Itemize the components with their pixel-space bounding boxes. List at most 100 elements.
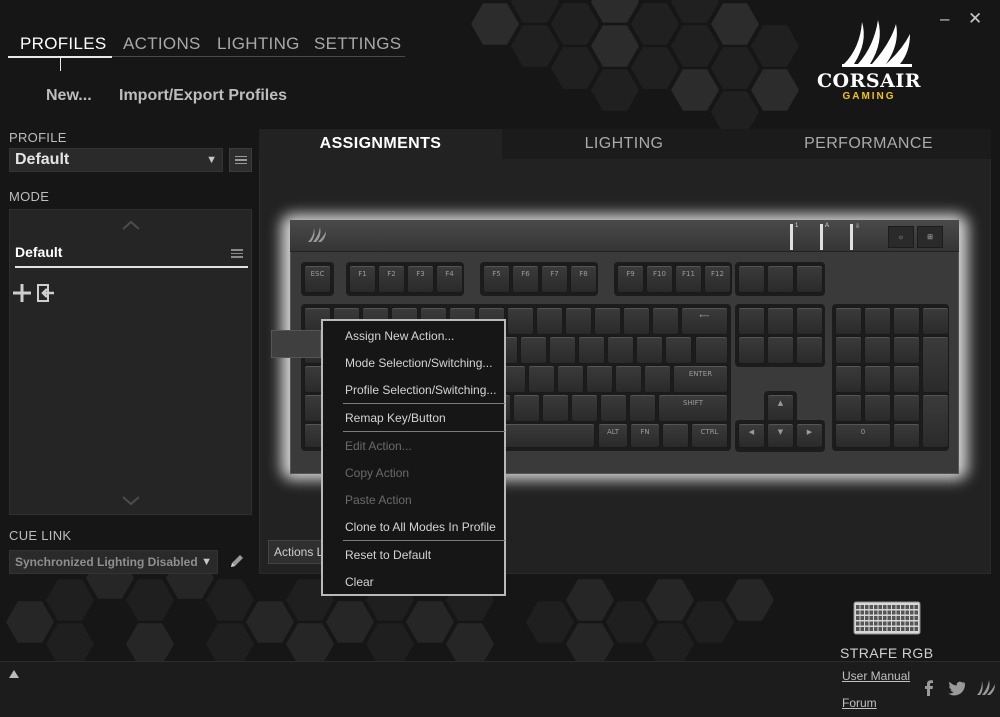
plus-icon[interactable]: [12, 283, 32, 303]
key-nav[interactable]: [796, 307, 823, 335]
key-numpad[interactable]: [835, 365, 862, 393]
brightness-key[interactable]: ☼: [888, 226, 914, 248]
key-nav-top[interactable]: [796, 265, 823, 293]
key-numpad[interactable]: [893, 394, 920, 422]
key-row2[interactable]: [578, 336, 605, 364]
key-numpad-0[interactable]: 0: [835, 423, 891, 448]
minimize-button[interactable]: –: [940, 9, 949, 29]
key-row2[interactable]: [636, 336, 663, 364]
ctx-remap-key[interactable]: Remap Key/Button: [345, 411, 446, 425]
key-numpad[interactable]: [893, 365, 920, 393]
import-icon[interactable]: [36, 283, 56, 303]
key-numpad[interactable]: [893, 336, 920, 364]
key-f[interactable]: F7: [541, 265, 568, 293]
key-numpad[interactable]: [835, 307, 862, 335]
key-ralt[interactable]: ALT: [598, 423, 628, 448]
key-esc[interactable]: ESC: [304, 265, 331, 293]
mode-menu-icon[interactable]: [231, 249, 243, 258]
key-f[interactable]: F10: [646, 265, 673, 293]
new-profile-button[interactable]: New...: [46, 87, 92, 105]
key-backspace[interactable]: ⟵: [681, 307, 728, 335]
key-numpad[interactable]: [922, 307, 949, 335]
import-export-button[interactable]: Import/Export Profiles: [119, 87, 287, 105]
key-row3[interactable]: [557, 365, 584, 393]
key-numpad[interactable]: [864, 307, 891, 335]
key-numpad[interactable]: [893, 307, 920, 335]
tab-assignments[interactable]: ASSIGNMENTS: [259, 129, 502, 159]
key-fn[interactable]: FN: [630, 423, 660, 448]
ctx-mode-selection[interactable]: Mode Selection/Switching...: [345, 356, 492, 370]
winlock-key[interactable]: ⊞: [917, 226, 943, 248]
user-manual-link[interactable]: User Manual: [842, 669, 910, 683]
key-number-row[interactable]: [623, 307, 650, 335]
key-numpad-enter[interactable]: [922, 394, 949, 448]
mode-item-default[interactable]: Default: [15, 244, 248, 268]
profile-menu-button[interactable]: [229, 148, 252, 172]
key-number-row[interactable]: [507, 307, 534, 335]
key-row4[interactable]: [542, 394, 569, 422]
key-row4[interactable]: [513, 394, 540, 422]
key-row4[interactable]: [629, 394, 656, 422]
key-arrow-down[interactable]: ▼: [767, 423, 794, 448]
key-nav-top[interactable]: [738, 265, 765, 293]
nav-tab-profiles[interactable]: PROFILES: [20, 34, 106, 54]
nav-tab-actions[interactable]: ACTIONS: [123, 34, 201, 54]
key-row3[interactable]: [644, 365, 671, 393]
corsair-icon[interactable]: [976, 680, 996, 696]
nav-tab-lighting[interactable]: LIGHTING: [217, 34, 300, 54]
ctx-assign-new-action[interactable]: Assign New Action...: [345, 329, 454, 343]
key-arrow-right[interactable]: ▶: [796, 423, 823, 448]
ctx-reset-default[interactable]: Reset to Default: [345, 548, 431, 562]
ctx-clear[interactable]: Clear: [345, 575, 374, 589]
key-number-row[interactable]: [652, 307, 679, 335]
triangle-up-icon[interactable]: [9, 670, 19, 678]
key-row4[interactable]: [571, 394, 598, 422]
key-f[interactable]: F9: [617, 265, 644, 293]
key-f[interactable]: F6: [512, 265, 539, 293]
key-numpad[interactable]: [835, 336, 862, 364]
key-number-row[interactable]: [565, 307, 592, 335]
key-numpad[interactable]: [864, 394, 891, 422]
key-row3[interactable]: [615, 365, 642, 393]
ctx-profile-selection[interactable]: Profile Selection/Switching...: [345, 383, 496, 397]
key-nav[interactable]: [796, 336, 823, 364]
key-row2[interactable]: [549, 336, 576, 364]
pencil-icon[interactable]: [228, 552, 246, 570]
key-nav[interactable]: [738, 307, 765, 335]
nav-tab-settings[interactable]: SETTINGS: [314, 34, 401, 54]
key-arrow-left[interactable]: ◀: [738, 423, 765, 448]
key-number-row[interactable]: [594, 307, 621, 335]
key-number-row[interactable]: [536, 307, 563, 335]
key-menu[interactable]: [662, 423, 689, 448]
keyboard-icon[interactable]: [853, 601, 921, 635]
key-f[interactable]: F4: [436, 265, 463, 293]
key-nav[interactable]: [767, 307, 794, 335]
key-enter[interactable]: ENTER: [673, 365, 728, 393]
key-numpad[interactable]: [835, 394, 862, 422]
ctx-clone-all-modes[interactable]: Clone to All Modes In Profile: [345, 520, 496, 534]
key-row2[interactable]: [520, 336, 547, 364]
facebook-icon[interactable]: [922, 680, 936, 696]
tab-performance[interactable]: PERFORMANCE: [746, 129, 991, 159]
tab-lighting[interactable]: LIGHTING: [502, 129, 746, 159]
chevron-down-icon[interactable]: [122, 496, 140, 506]
profile-dropdown[interactable]: Default ▼: [9, 148, 223, 172]
key-f[interactable]: F1: [349, 265, 376, 293]
chevron-up-icon[interactable]: [122, 220, 140, 230]
key-row3[interactable]: [528, 365, 555, 393]
key-nav-top[interactable]: [767, 265, 794, 293]
key-arrow-up[interactable]: ▲: [767, 394, 794, 422]
key-row3[interactable]: [586, 365, 613, 393]
key-numpad[interactable]: [864, 336, 891, 364]
key-nav[interactable]: [767, 336, 794, 364]
key-f[interactable]: F8: [570, 265, 597, 293]
key-f[interactable]: F2: [378, 265, 405, 293]
key-rshift[interactable]: SHIFT: [658, 394, 728, 422]
close-button[interactable]: ✕: [968, 9, 982, 29]
actions-library-button[interactable]: Actions L: [268, 540, 328, 564]
key-backslash[interactable]: [695, 336, 728, 364]
key-numpad-dot[interactable]: [893, 423, 920, 448]
key-f[interactable]: F3: [407, 265, 434, 293]
key-f[interactable]: F11: [675, 265, 702, 293]
key-numpad[interactable]: [864, 365, 891, 393]
